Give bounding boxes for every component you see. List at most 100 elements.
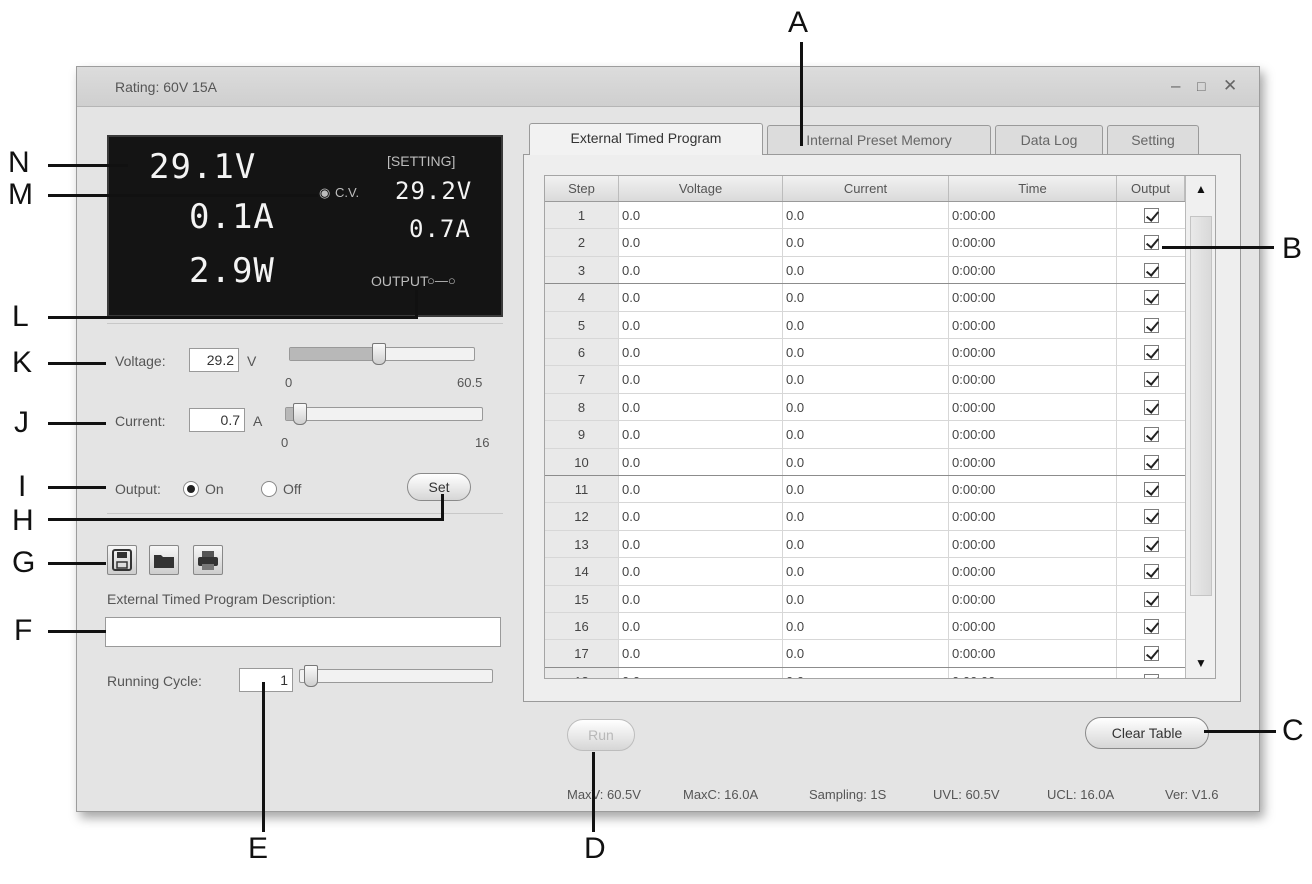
current-cell[interactable]: 0.0 [783,585,949,612]
voltage-cell[interactable]: 0.0 [619,503,783,530]
output-cell[interactable] [1117,449,1185,475]
output-cell[interactable] [1117,503,1185,529]
output-cell[interactable] [1117,394,1185,420]
current-slider-thumb[interactable] [293,403,307,425]
voltage-slider[interactable] [289,343,475,365]
output-cell[interactable] [1117,613,1185,639]
output-checkbox[interactable] [1143,646,1159,662]
current-input[interactable]: 0.7 [189,408,245,432]
save-icon[interactable] [107,545,137,575]
output-checkbox[interactable] [1143,619,1159,634]
voltage-cell[interactable]: 0.0 [619,667,783,678]
clear-table-button[interactable]: Clear Table [1085,717,1209,749]
description-input[interactable] [105,617,501,647]
current-slider[interactable] [285,403,483,425]
voltage-cell[interactable]: 0.0 [619,256,783,284]
time-cell[interactable]: 0:00:00 [949,448,1117,475]
output-cell[interactable] [1117,312,1185,338]
running-cycle-input[interactable]: 1 [239,668,293,692]
current-cell[interactable]: 0.0 [783,202,949,229]
time-cell[interactable]: 0:00:00 [949,393,1117,421]
voltage-slider-thumb[interactable] [372,343,386,365]
voltage-cell[interactable]: 0.0 [619,311,783,338]
voltage-cell[interactable]: 0.0 [619,339,783,366]
voltage-cell[interactable]: 0.0 [619,284,783,311]
table-row[interactable]: 13 0.0 0.0 0:00:00 [545,530,1185,559]
current-cell[interactable]: 0.0 [783,530,949,558]
output-cell[interactable] [1117,640,1185,666]
time-cell[interactable]: 0:00:00 [949,476,1117,503]
output-checkbox[interactable] [1143,208,1159,223]
output-cell[interactable] [1117,421,1185,447]
time-cell[interactable]: 0:00:00 [949,229,1117,256]
current-cell[interactable]: 0.0 [783,613,949,640]
output-cell[interactable] [1117,229,1185,255]
table-row[interactable]: 2 0.0 0.0 0:00:00 [545,229,1185,257]
minimize-icon[interactable]: – [1171,76,1180,96]
output-checkbox[interactable] [1143,454,1159,470]
current-cell[interactable]: 0.0 [783,311,949,338]
time-cell[interactable]: 0:00:00 [949,366,1117,393]
open-folder-icon[interactable] [149,545,179,575]
tab-external-timed-program[interactable]: External Timed Program [529,123,763,155]
tab-setting[interactable]: Setting [1107,125,1199,155]
table-row[interactable]: 5 0.0 0.0 0:00:00 [545,311,1185,339]
voltage-cell[interactable]: 0.0 [619,640,783,667]
table-row[interactable]: 15 0.0 0.0 0:00:00 [545,585,1185,613]
time-cell[interactable]: 0:00:00 [949,256,1117,284]
current-cell[interactable]: 0.0 [783,667,949,678]
output-checkbox[interactable] [1143,399,1159,415]
voltage-cell[interactable]: 0.0 [619,613,783,640]
output-cell[interactable] [1117,366,1185,392]
current-cell[interactable]: 0.0 [783,558,949,585]
table-row[interactable]: 6 0.0 0.0 0:00:00 [545,339,1185,367]
voltage-cell[interactable]: 0.0 [619,448,783,475]
time-cell[interactable]: 0:00:00 [949,613,1117,640]
output-checkbox[interactable] [1143,564,1159,580]
output-cell[interactable] [1117,284,1185,310]
output-cell[interactable] [1117,476,1185,502]
print-icon[interactable] [193,545,223,575]
output-checkbox[interactable] [1143,262,1159,278]
time-cell[interactable]: 0:00:00 [949,558,1117,585]
output-cell[interactable] [1117,558,1185,584]
time-cell[interactable]: 0:00:00 [949,667,1117,678]
output-cell[interactable] [1117,257,1185,283]
scroll-thumb[interactable] [1190,216,1212,596]
voltage-cell[interactable]: 0.0 [619,421,783,448]
time-cell[interactable]: 0:00:00 [949,585,1117,612]
output-checkbox[interactable] [1143,372,1159,388]
current-cell[interactable]: 0.0 [783,339,949,366]
maximize-icon[interactable]: □ [1197,78,1205,94]
table-row[interactable]: 1 0.0 0.0 0:00:00 [545,202,1185,230]
output-checkbox[interactable] [1143,290,1159,306]
output-on-radio[interactable] [183,481,199,497]
table-row[interactable]: 180.00.00:00:00 [545,667,1185,678]
output-checkbox[interactable] [1143,345,1159,360]
current-cell[interactable]: 0.0 [783,284,949,311]
table-row[interactable]: 4 0.0 0.0 0:00:00 [545,284,1185,312]
time-cell[interactable]: 0:00:00 [949,202,1117,229]
table-row[interactable]: 7 0.0 0.0 0:00:00 [545,366,1185,394]
run-button[interactable]: Run [567,719,635,751]
current-cell[interactable]: 0.0 [783,448,949,475]
set-button[interactable]: Set [407,473,471,501]
current-cell[interactable]: 0.0 [783,229,949,256]
scroll-down-icon[interactable]: ▼ [1195,656,1207,670]
current-cell[interactable]: 0.0 [783,503,949,530]
table-row[interactable]: 16 0.0 0.0 0:00:00 [545,613,1185,641]
current-cell[interactable]: 0.0 [783,393,949,421]
time-cell[interactable]: 0:00:00 [949,421,1117,448]
output-checkbox[interactable] [1143,317,1159,333]
output-cell[interactable] [1117,339,1185,365]
close-icon[interactable]: ✕ [1223,76,1237,96]
table-row[interactable]: 10 0.0 0.0 0:00:00 [545,448,1185,476]
output-checkbox[interactable] [1143,673,1159,678]
current-cell[interactable]: 0.0 [783,640,949,667]
table-row[interactable]: 11 0.0 0.0 0:00:00 [545,476,1185,504]
current-cell[interactable]: 0.0 [783,256,949,284]
table-row[interactable]: 3 0.0 0.0 0:00:00 [545,256,1185,285]
output-off-radio[interactable] [261,481,277,497]
output-cell[interactable] [1117,202,1185,228]
current-cell[interactable]: 0.0 [783,421,949,448]
